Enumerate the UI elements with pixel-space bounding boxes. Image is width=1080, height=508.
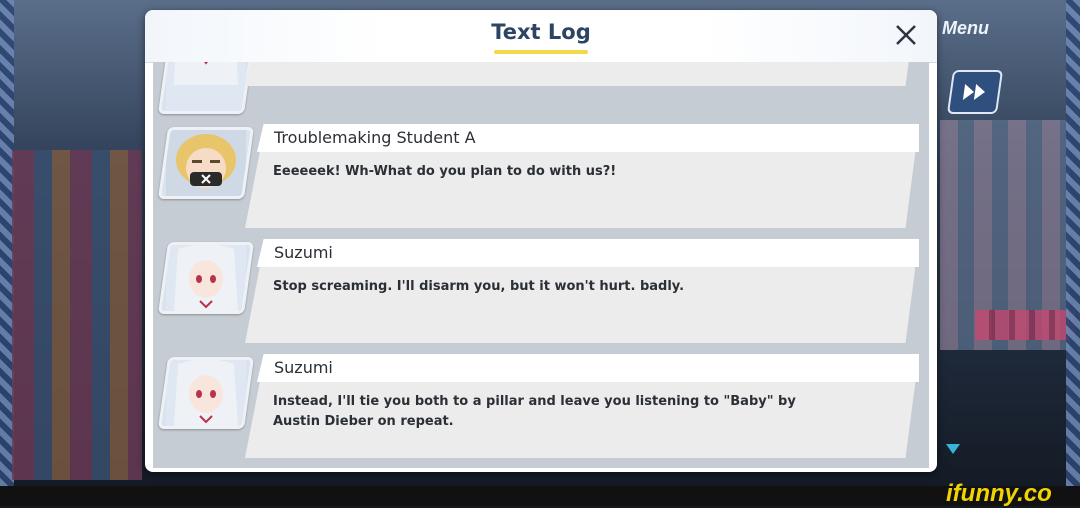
speaker-name: Suzumi [274, 243, 333, 262]
log-entry [153, 62, 929, 114]
text-log-panel: Text Log Troublemaking Student A Eeeeeek… [145, 10, 937, 472]
suzumi-avatar [157, 62, 255, 114]
troublemaking-student-portrait-icon [166, 130, 246, 196]
close-button[interactable] [887, 16, 925, 54]
dialogue-text: Eeeeeek! Wh-What do you plan to do with … [273, 164, 617, 179]
speaker-name: Suzumi [274, 358, 333, 377]
close-icon [896, 25, 916, 45]
log-scroll-area[interactable]: Troublemaking Student A Eeeeeek! Wh-What… [153, 62, 929, 468]
speaker-bar [257, 354, 919, 382]
background-store-shelf [12, 150, 142, 480]
panel-header: Text Log [145, 10, 937, 63]
log-entry: Troublemaking Student A Eeeeeek! Wh-What… [153, 124, 929, 234]
troublemaking-student-avatar [157, 127, 255, 199]
background-stripe-right [1066, 0, 1080, 486]
log-entry: Suzumi Instead, I'll tie you both to a p… [153, 354, 929, 464]
log-entry: Suzumi Stop screaming. I'll disarm you, … [153, 239, 929, 349]
speaker-name: Troublemaking Student A [274, 128, 476, 147]
panel-title: Text Log [491, 20, 591, 44]
suzumi-portrait-icon [166, 244, 246, 311]
scroll-down-arrow-icon[interactable] [946, 444, 960, 454]
dialogue-text: Instead, I'll tie you both to a pillar a… [273, 394, 796, 429]
dialogue-text: Stop screaming. I'll disarm you, but it … [273, 279, 685, 294]
watermark-logo: ifunny.co [946, 480, 1052, 507]
suzumi-portrait-icon [166, 359, 246, 426]
menu-button[interactable]: Menu [942, 18, 989, 39]
bottom-bar [0, 486, 1080, 506]
background-products [975, 310, 1075, 340]
suzumi-portrait-icon [166, 62, 246, 111]
suzumi-avatar [157, 242, 255, 314]
speaker-bar [257, 239, 919, 267]
title-underline [494, 50, 588, 54]
fast-forward-button[interactable] [946, 70, 1004, 114]
suzumi-avatar [157, 357, 255, 429]
fast-forward-icon [962, 84, 985, 100]
